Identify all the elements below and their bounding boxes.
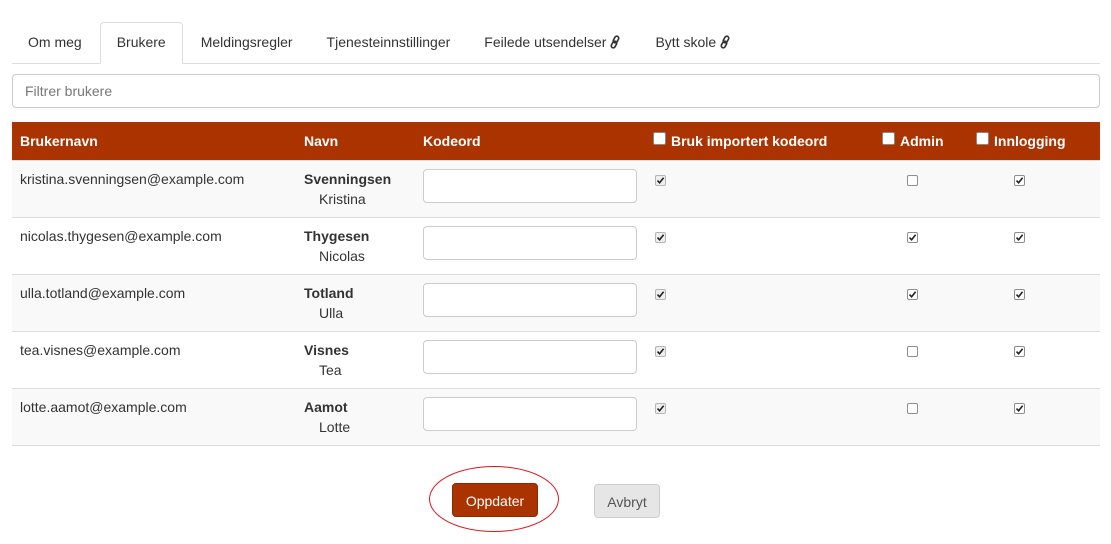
first-name: Tea bbox=[319, 361, 342, 378]
first-name: Nicolas bbox=[319, 247, 365, 264]
header-label: Innlogging bbox=[994, 133, 1066, 150]
header-label: Bruk importert kodeord bbox=[671, 133, 828, 150]
tab-label: Om meg bbox=[28, 34, 82, 50]
header-password: Kodeord bbox=[423, 132, 481, 149]
link-icon bbox=[610, 35, 621, 49]
tab-bytt-skole[interactable]: Bytt skole bbox=[639, 22, 747, 62]
header-use-imported: Bruk importert kodeord bbox=[645, 122, 874, 160]
use-imported-password-checkbox[interactable] bbox=[655, 345, 666, 357]
tab-om-meg[interactable]: Om meg bbox=[12, 22, 98, 62]
admin-checkbox[interactable] bbox=[907, 345, 918, 357]
use-imported-password-checkbox[interactable] bbox=[655, 174, 666, 186]
login-checkbox[interactable] bbox=[1014, 402, 1025, 414]
tab-label: Tjenesteinnstillinger bbox=[326, 34, 451, 50]
password-input[interactable] bbox=[423, 225, 637, 260]
use-imported-password-checkbox[interactable] bbox=[655, 402, 666, 414]
table-header-row: Brukernavn Navn Kodeord Bruk importert k… bbox=[12, 122, 1100, 160]
use-imported-password-checkbox[interactable] bbox=[655, 288, 666, 300]
select-all-admin-checkbox[interactable] bbox=[882, 132, 895, 146]
username-cell: nicolas.thygesen@example.com bbox=[20, 227, 222, 244]
first-name: Kristina bbox=[319, 190, 366, 207]
first-name: Ulla bbox=[319, 304, 344, 321]
password-input[interactable] bbox=[423, 168, 637, 203]
update-button[interactable]: Oppdater bbox=[452, 483, 538, 517]
select-all-use-imported-checkbox[interactable] bbox=[653, 132, 666, 146]
admin-checkbox[interactable] bbox=[907, 231, 918, 243]
password-input[interactable] bbox=[423, 339, 637, 374]
cancel-button[interactable]: Avbryt bbox=[594, 484, 660, 518]
tab-bar: Om meg Brukere Meldingsregler Tjenestein… bbox=[12, 22, 1100, 64]
tab-feilede-utsendelser[interactable]: Feilede utsendelser bbox=[468, 22, 637, 62]
tab-label: Feilede utsendelser bbox=[484, 34, 607, 50]
header-label: Admin bbox=[900, 133, 944, 150]
username-cell: lotte.aamot@example.com bbox=[20, 398, 187, 415]
tab-label: Meldingsregler bbox=[200, 34, 293, 50]
username-cell: tea.visnes@example.com bbox=[20, 341, 181, 358]
header-username: Brukernavn bbox=[20, 132, 98, 149]
last-name: Totland bbox=[304, 284, 354, 301]
first-name: Lotte bbox=[319, 418, 351, 435]
table-row: lotte.aamot@example.com Aamot Lotte bbox=[12, 388, 1100, 445]
tab-brukere[interactable]: Brukere bbox=[99, 22, 183, 64]
login-checkbox[interactable] bbox=[1014, 174, 1025, 186]
admin-checkbox[interactable] bbox=[907, 288, 918, 300]
last-name: Visnes bbox=[304, 341, 349, 358]
table-row: kristina.svenningsen@example.com Svenning… bbox=[12, 160, 1100, 217]
last-name: Aamot bbox=[304, 398, 348, 415]
header-login: Innlogging bbox=[968, 122, 1100, 160]
link-icon bbox=[720, 35, 730, 49]
tab-label: Bytt skole bbox=[655, 34, 717, 50]
tab-label: Brukere bbox=[116, 34, 166, 50]
users-table: Brukernavn Navn Kodeord Bruk importert k… bbox=[12, 122, 1100, 446]
admin-checkbox[interactable] bbox=[907, 402, 918, 414]
use-imported-password-checkbox[interactable] bbox=[655, 231, 666, 243]
login-checkbox[interactable] bbox=[1014, 231, 1025, 243]
tab-tjenesteinnstillinger[interactable]: Tjenesteinnstillinger bbox=[311, 22, 467, 62]
username-cell: ulla.totland@example.com bbox=[20, 284, 186, 301]
table-row: nicolas.thygesen@example.com Thygesen Nico… bbox=[12, 217, 1100, 274]
table-row: ulla.totland@example.com Totland Ulla bbox=[12, 274, 1100, 331]
last-name: Svenningsen bbox=[304, 170, 392, 187]
header-admin: Admin bbox=[874, 122, 968, 160]
admin-checkbox[interactable] bbox=[907, 174, 918, 186]
tab-meldingsregler[interactable]: Meldingsregler bbox=[185, 22, 309, 62]
last-name: Thygesen bbox=[304, 227, 370, 244]
password-input[interactable] bbox=[423, 396, 637, 431]
password-input[interactable] bbox=[423, 282, 637, 317]
select-all-login-checkbox[interactable] bbox=[976, 132, 989, 146]
username-cell: kristina.svenningsen@example.com bbox=[20, 170, 245, 187]
header-name: Navn bbox=[304, 132, 339, 149]
login-checkbox[interactable] bbox=[1014, 288, 1025, 300]
login-checkbox[interactable] bbox=[1014, 345, 1025, 357]
filter-users-input[interactable] bbox=[12, 74, 1100, 108]
table-row: tea.visnes@example.com Visnes Tea bbox=[12, 331, 1100, 388]
